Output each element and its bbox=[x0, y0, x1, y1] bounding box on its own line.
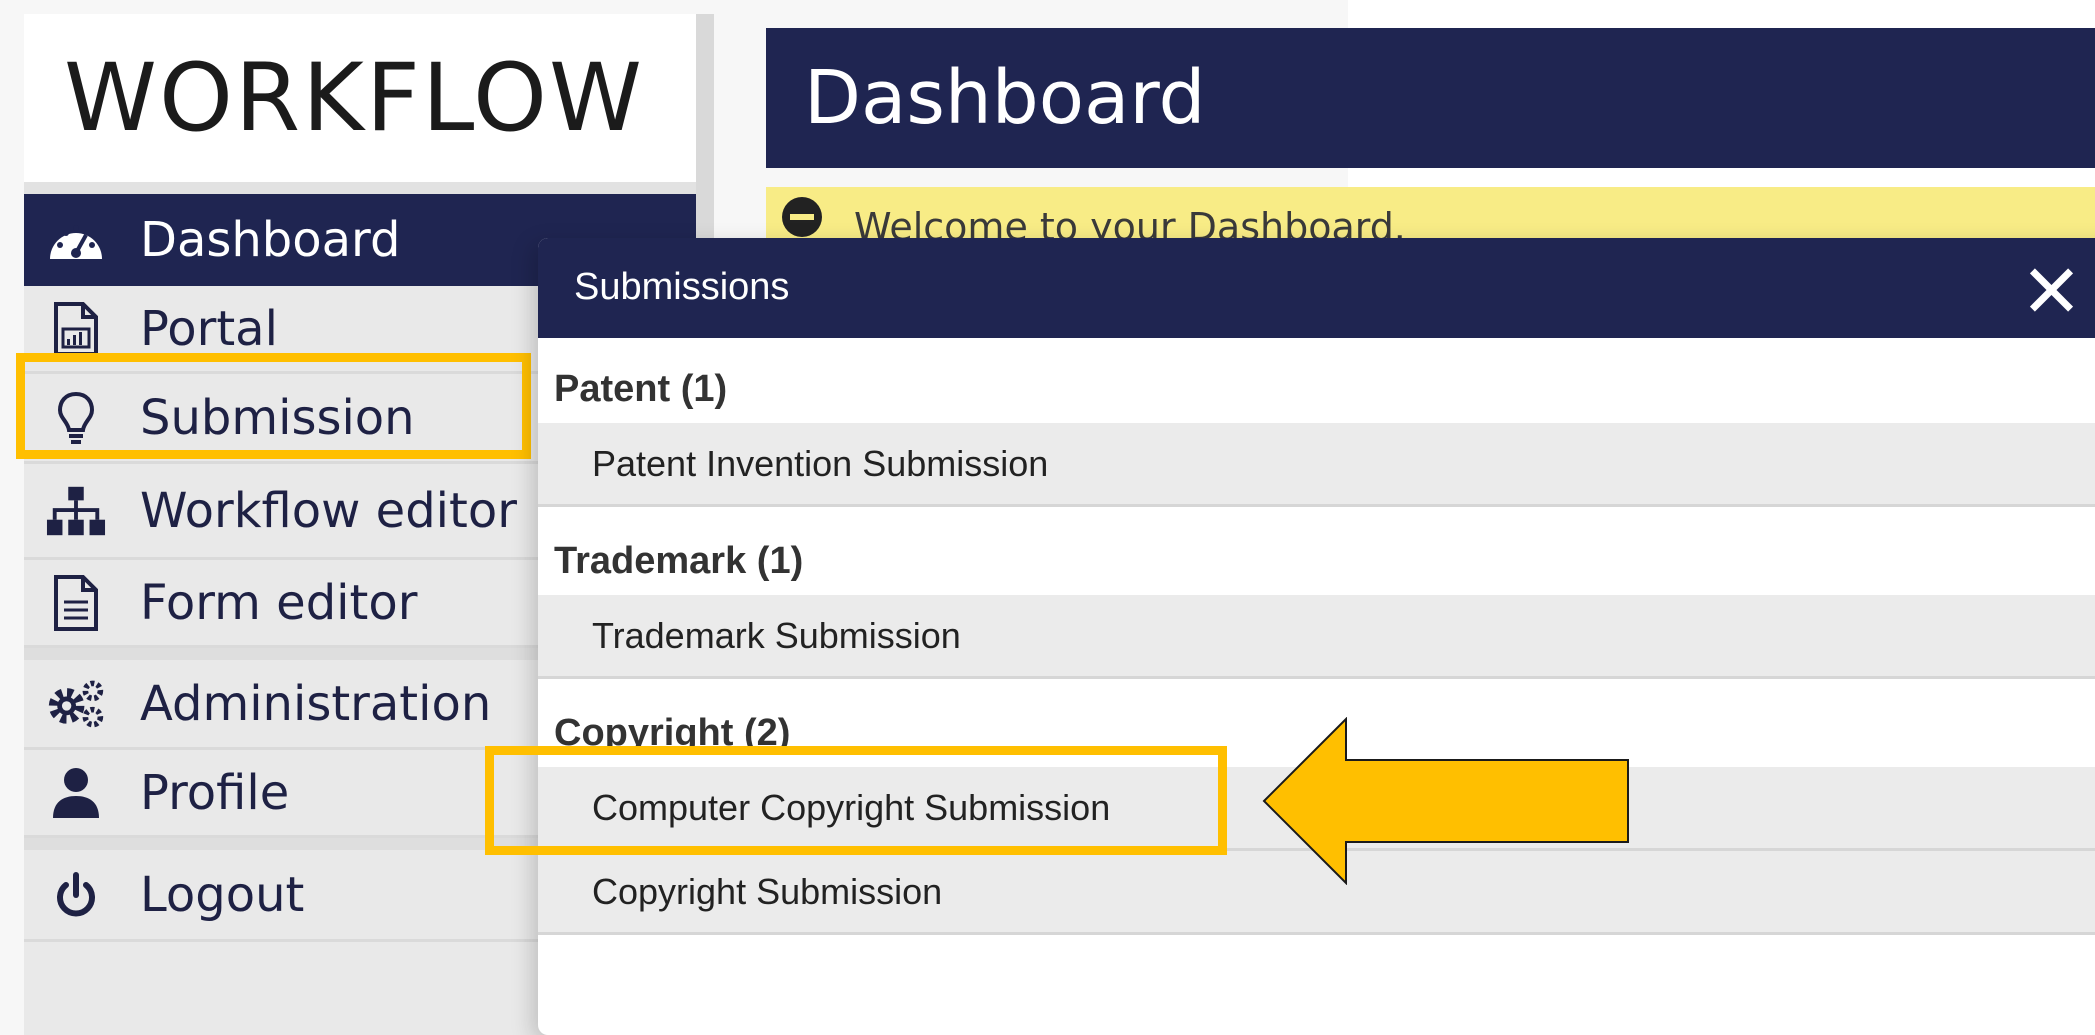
sidebar-item-label: Portal bbox=[140, 300, 278, 357]
list-item-label: Trademark Submission bbox=[592, 615, 961, 656]
list-item-patent-invention-submission[interactable]: Patent Invention Submission bbox=[538, 423, 2095, 507]
power-icon bbox=[46, 865, 106, 925]
list-item-label: Copyright Submission bbox=[592, 871, 943, 912]
sidebar-item-label: Dashboard bbox=[140, 212, 401, 268]
user-icon bbox=[46, 763, 106, 823]
page-title: Dashboard bbox=[766, 28, 2095, 168]
document-icon bbox=[46, 573, 106, 633]
brand-logo: WORKFLOW bbox=[24, 14, 696, 194]
gears-icon bbox=[46, 674, 106, 734]
sidebar-item-label: Workflow editor bbox=[140, 482, 517, 539]
sidebar-item-label: Administration bbox=[140, 675, 492, 732]
sitemap-icon bbox=[46, 481, 106, 541]
submission-highlight-box bbox=[16, 353, 531, 459]
minus-circle-icon bbox=[782, 197, 822, 237]
submissions-modal: Submissions Patent (1) Patent Invention … bbox=[538, 238, 2095, 1035]
sidebar-item-label: Form editor bbox=[140, 574, 418, 631]
modal-header: Submissions bbox=[538, 238, 2095, 338]
list-item-label: Patent Invention Submission bbox=[592, 443, 1049, 484]
sidebar-item-label: Profile bbox=[140, 764, 290, 821]
group-heading-patent: Patent (1) bbox=[554, 368, 728, 410]
computer-copyright-highlight-box bbox=[485, 746, 1227, 855]
sidebar-item-label: Logout bbox=[140, 866, 305, 923]
list-item-trademark-submission[interactable]: Trademark Submission bbox=[538, 595, 2095, 679]
modal-title: Submissions bbox=[574, 266, 790, 308]
dashboard-gauge-icon bbox=[46, 210, 106, 270]
group-heading-trademark: Trademark (1) bbox=[554, 540, 804, 582]
left-arrow-icon bbox=[1262, 717, 1629, 885]
close-icon[interactable] bbox=[2027, 266, 2075, 314]
chart-document-icon bbox=[46, 299, 106, 359]
